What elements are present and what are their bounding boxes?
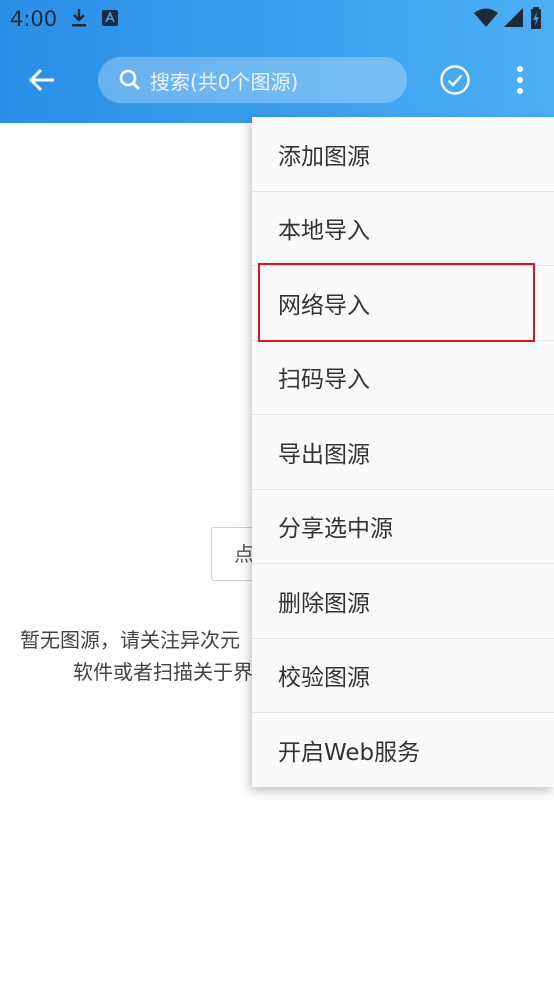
wifi-icon (474, 8, 498, 27)
back-button[interactable] (22, 60, 62, 100)
status-bar: 4:00 (0, 0, 554, 36)
more-options-button[interactable] (506, 62, 534, 98)
app-bar: 4:00 搜索(共0个图源) (0, 0, 554, 123)
overflow-menu: 添加图源 本地导入 网络导入 扫码导入 导出图源 分享选中源 删除图源 校验图源… (252, 117, 554, 787)
menu-item-local-import[interactable]: 本地导入 (252, 192, 554, 266)
select-all-button[interactable] (437, 62, 473, 98)
search-input[interactable]: 搜索(共0个图源) (98, 57, 407, 103)
menu-item-add-source[interactable]: 添加图源 (252, 117, 554, 192)
more-dot-icon (517, 88, 523, 94)
menu-item-network-import[interactable]: 网络导入 (252, 266, 554, 341)
search-placeholder: 搜索(共0个图源) (150, 69, 299, 94)
menu-item-share-selected[interactable]: 分享选中源 (252, 490, 554, 564)
arrow-left-icon (29, 68, 54, 92)
menu-item-delete-source[interactable]: 删除图源 (252, 564, 554, 639)
search-icon (119, 69, 140, 90)
status-time: 4:00 (10, 7, 58, 31)
download-icon (72, 9, 86, 27)
check-circle-icon (440, 65, 470, 95)
menu-item-web-service[interactable]: 开启Web服务 (252, 713, 554, 788)
app-notification-icon (102, 10, 118, 26)
menu-item-export-source[interactable]: 导出图源 (252, 415, 554, 490)
menu-item-verify-source[interactable]: 校验图源 (252, 639, 554, 713)
signal-icon (504, 8, 523, 27)
more-dot-icon (517, 66, 523, 72)
more-dot-icon (517, 77, 523, 83)
menu-item-scan-import[interactable]: 扫码导入 (252, 341, 554, 415)
battery-icon (531, 7, 541, 29)
